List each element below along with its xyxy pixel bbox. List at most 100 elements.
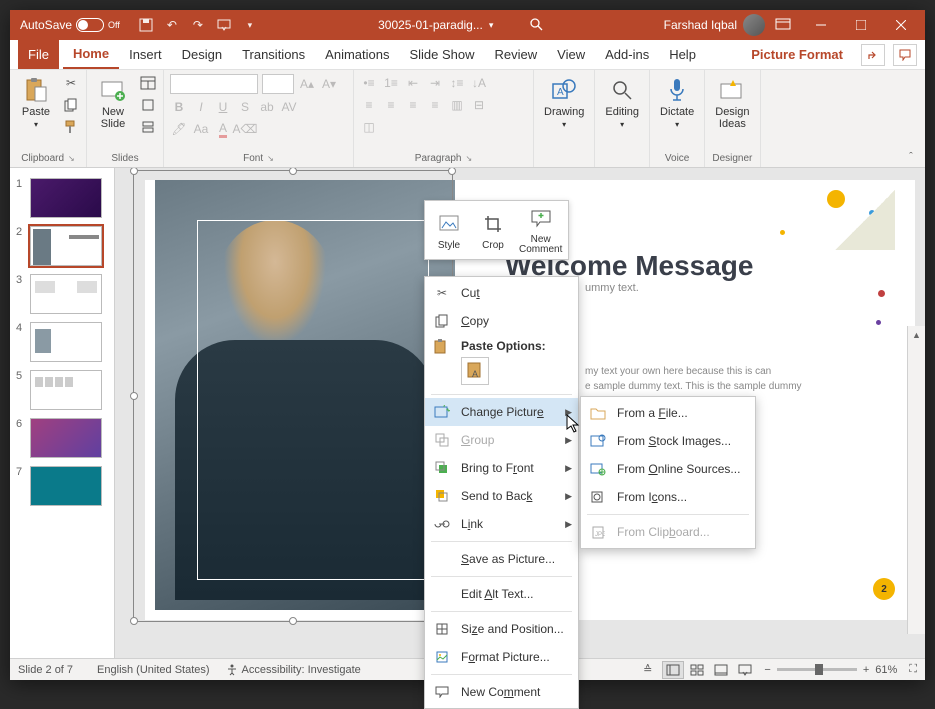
scroll-up-icon[interactable]: ▲ [908,326,925,344]
font-size-combo[interactable] [262,74,294,94]
justify-icon[interactable]: ≡ [426,96,444,114]
slide-counter[interactable]: Slide 2 of 7 [18,664,73,676]
accessibility-button[interactable]: Accessibility: Investigate [226,664,361,676]
tab-slideshow[interactable]: Slide Show [399,40,484,69]
change-case-button[interactable]: Aa [192,120,210,138]
submenu-from-stock[interactable]: From Stock Images... [581,427,755,455]
slideshow-view-icon[interactable] [734,661,756,679]
paste-button[interactable]: Paste ▾ [16,74,56,131]
thumb-2[interactable]: 2 [10,222,114,270]
tab-review[interactable]: Review [485,40,548,69]
underline-button[interactable]: U [214,98,232,116]
strike-button[interactable]: S [236,98,254,116]
thumb-4[interactable]: 4 [10,318,114,366]
tab-home[interactable]: Home [63,40,119,69]
account-button[interactable]: Farshad Iqbal [664,14,765,36]
dialog-launcher-icon[interactable]: ↘ [267,154,274,163]
menu-size-position[interactable]: Size and Position... [425,615,578,643]
zoom-percent[interactable]: 61% [875,664,897,676]
save-icon[interactable] [138,17,154,33]
tab-help[interactable]: Help [659,40,706,69]
zoom-in-button[interactable]: + [863,664,869,676]
decrease-font-icon[interactable]: A▾ [320,75,338,93]
clear-format-icon[interactable]: A⌫ [236,120,254,138]
cut-icon[interactable]: ✂ [62,74,80,92]
style-button[interactable]: Style [427,203,471,257]
smartart-icon[interactable]: ◫ [360,118,378,136]
tab-insert[interactable]: Insert [119,40,172,69]
bold-button[interactable]: B [170,98,188,116]
highlight-icon[interactable]: 🖊 [170,120,188,138]
menu-new-comment[interactable]: New Comment [425,678,578,706]
close-button[interactable] [881,10,921,40]
dictate-button[interactable]: Dictate ▾ [656,74,698,131]
undo-icon[interactable]: ↶ [164,17,180,33]
autosave-toggle[interactable]: AutoSave Off [20,18,120,32]
tab-addins[interactable]: Add-ins [595,40,659,69]
indent-dec-icon[interactable]: ⇤ [404,74,422,92]
crop-button[interactable]: Crop [471,203,515,257]
tab-transitions[interactable]: Transitions [232,40,315,69]
start-show-icon[interactable] [216,17,232,33]
qat-customize-icon[interactable]: ▾ [242,17,258,33]
design-ideas-button[interactable]: Design Ideas [711,74,753,132]
menu-format-picture[interactable]: Format Picture... [425,643,578,671]
shadow-button[interactable]: ab [258,98,276,116]
minimize-button[interactable] [801,10,841,40]
tab-design[interactable]: Design [172,40,232,69]
menu-save-as-picture[interactable]: Save as Picture... [425,545,578,573]
layout-icon[interactable] [139,74,157,92]
new-comment-button[interactable]: New Comment [515,203,566,257]
menu-copy[interactable]: Copy [425,307,578,335]
redo-icon[interactable]: ↷ [190,17,206,33]
menu-cut[interactable]: ✂ Cut [425,279,578,307]
section-icon[interactable] [139,118,157,136]
menu-send-to-back[interactable]: Send to Back ▶ [425,482,578,510]
dialog-launcher-icon[interactable]: ↘ [466,154,473,163]
bullets-icon[interactable]: •≡ [360,74,378,92]
normal-view-icon[interactable] [662,661,684,679]
zoom-out-button[interactable]: − [764,664,770,676]
tab-animations[interactable]: Animations [315,40,399,69]
thumb-7[interactable]: 7 [10,462,114,510]
align-left-icon[interactable]: ≡ [360,96,378,114]
thumb-6[interactable]: 6 [10,414,114,462]
thumb-5[interactable]: 5 [10,366,114,414]
comments-button[interactable] [893,44,917,66]
drawing-button[interactable]: A Drawing ▾ [540,74,588,131]
tab-view[interactable]: View [547,40,595,69]
menu-link[interactable]: Link ▶ [425,510,578,538]
thumbnail-panel[interactable]: 1 2 3 4 5 6 7 [10,168,115,658]
indent-inc-icon[interactable]: ⇥ [426,74,444,92]
numbering-icon[interactable]: 1≡ [382,74,400,92]
menu-bring-to-front[interactable]: Bring to Front ▶ [425,454,578,482]
slide-subtitle[interactable]: ummy text. [585,282,639,294]
notes-button[interactable]: ≙ [643,663,652,676]
align-center-icon[interactable]: ≡ [382,96,400,114]
sorter-view-icon[interactable] [686,661,708,679]
ribbon-display-icon[interactable] [775,18,791,33]
language-button[interactable]: English (United States) [97,664,210,676]
copy-icon[interactable] [62,96,80,114]
title-dropdown-icon[interactable]: ▾ [489,20,494,31]
submenu-from-icons[interactable]: From Icons... [581,483,755,511]
paste-option-picture[interactable]: A [461,357,489,385]
submenu-from-file[interactable]: From a File... [581,399,755,427]
maximize-button[interactable] [841,10,881,40]
editing-button[interactable]: Editing ▾ [601,74,643,131]
tab-picture-format[interactable]: Picture Format [741,40,853,69]
italic-button[interactable]: I [192,98,210,116]
thumb-1[interactable]: 1 [10,174,114,222]
submenu-from-online[interactable]: From Online Sources... [581,455,755,483]
align-text-icon[interactable]: ⊟ [470,96,488,114]
document-title[interactable]: 30025-01-paradig... [378,18,483,32]
vertical-scrollbar[interactable]: ▲ [907,326,925,634]
spacing-button[interactable]: AV [280,98,298,116]
text-direction-icon[interactable]: ↓A [470,74,488,92]
menu-edit-alt-text[interactable]: Edit Alt Text... [425,580,578,608]
line-spacing-icon[interactable]: ↕≡ [448,74,466,92]
format-painter-icon[interactable] [62,118,80,136]
fit-window-icon[interactable]: ⛶ [909,663,917,676]
font-face-combo[interactable] [170,74,258,94]
font-color-icon[interactable]: A [214,120,232,138]
